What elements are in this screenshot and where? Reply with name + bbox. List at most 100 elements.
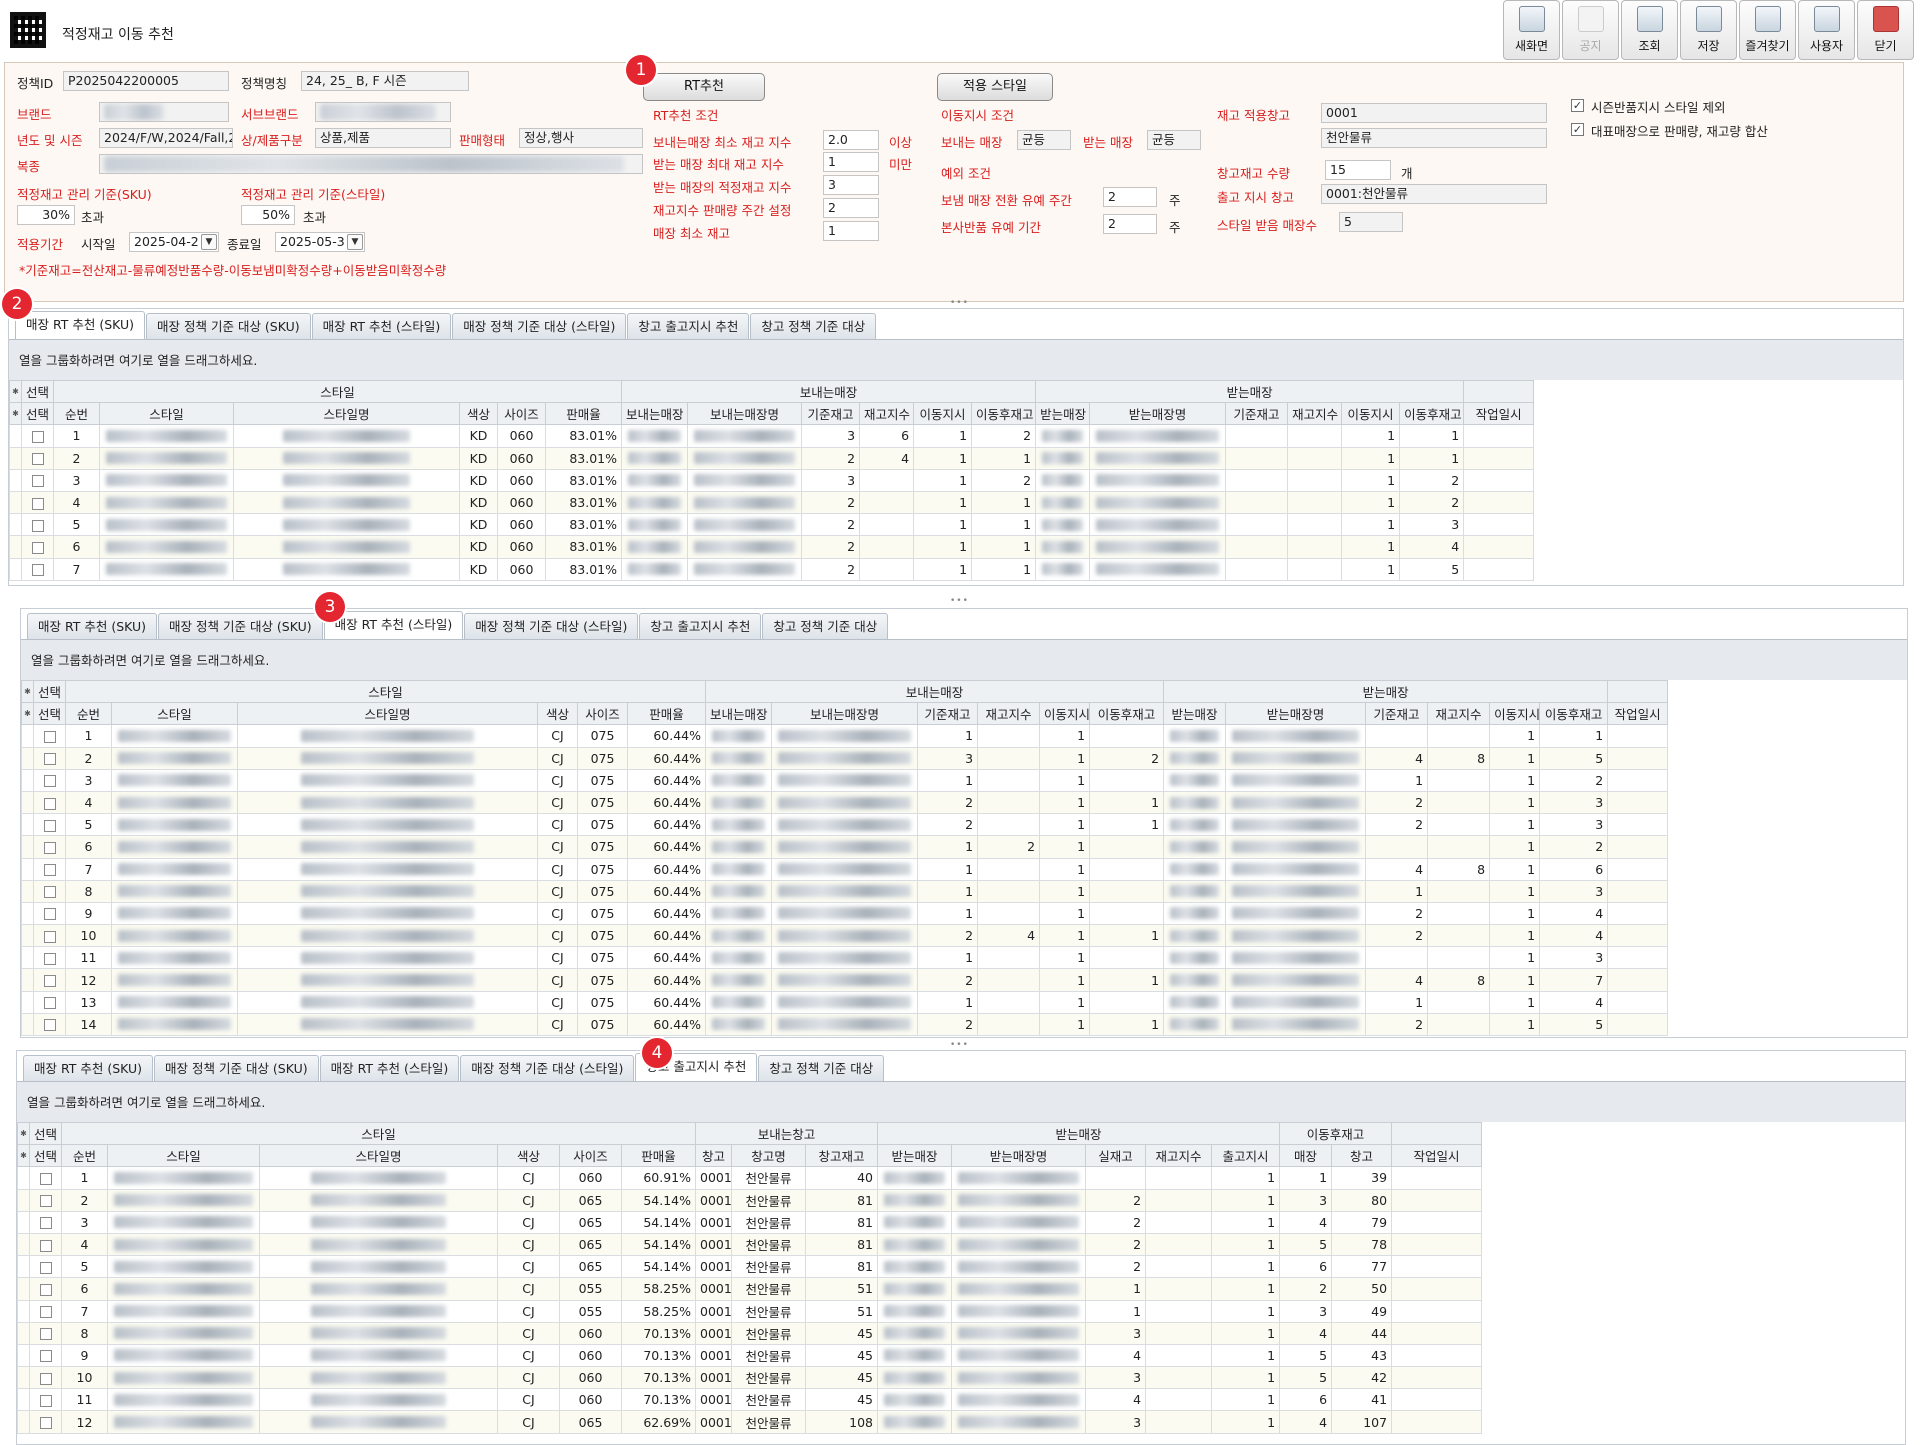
row-checkbox[interactable]	[31, 497, 44, 510]
row-checkbox[interactable]	[39, 1394, 52, 1407]
table-row[interactable]: 3 KD 060 83.01% 3 1 2 1 2	[9, 468, 1535, 492]
table-row[interactable]: 5 CJ 075 60.44% 2 1 1 2 1 3	[21, 813, 1669, 837]
table-row[interactable]: 11 CJ 060 70.13% 0001 천안물류 45 4 1 6 41	[17, 1388, 1483, 1412]
brand-field[interactable]	[99, 102, 229, 122]
mgmt-style-field[interactable]: 50%	[241, 205, 295, 225]
column-header[interactable]: 스타일	[64, 680, 707, 704]
apply-style-button[interactable]: 적용 스타일	[937, 73, 1053, 101]
table-row[interactable]: 12 CJ 075 60.44% 2 1 1 4 8 1 7	[21, 968, 1669, 992]
tab-0[interactable]: 매장 RT 추천 (SKU)	[23, 1055, 154, 1081]
chevron-down-icon[interactable]: ▼	[201, 234, 217, 250]
splitter[interactable]: •••	[0, 596, 1920, 606]
column-header[interactable]: 받는매장명	[1225, 702, 1367, 726]
toolbar-button-0[interactable]: 새화면	[1503, 0, 1560, 60]
column-header[interactable]: 받는매장	[1163, 680, 1609, 704]
column-header[interactable]: 순번	[65, 702, 112, 726]
sale-type-field[interactable]: 정상,행사	[519, 128, 643, 148]
row-checkbox[interactable]	[31, 564, 44, 577]
column-header[interactable]: 이동후재고	[1399, 402, 1465, 426]
column-header[interactable]: 판매율	[626, 702, 707, 726]
column-header[interactable]: 받는매장	[1163, 702, 1227, 726]
column-header[interactable]: 작업일시	[1607, 702, 1669, 726]
start-date-field[interactable]: 2025-04-2 ▼	[129, 232, 219, 252]
column-header[interactable]: 작업일시	[1391, 1144, 1483, 1168]
table-row[interactable]: 10 CJ 075 60.44% 2 4 1 1 2 1 4	[21, 924, 1669, 948]
row-checkbox[interactable]	[39, 1172, 52, 1185]
table-row[interactable]: 7 KD 060 83.01% 2 1 1 1 5	[9, 557, 1535, 581]
rep-store-checkbox[interactable]: ✓	[1571, 123, 1584, 136]
column-header[interactable]	[1607, 680, 1669, 704]
column-header[interactable]: 스타일	[99, 402, 234, 426]
out-warehouse-field[interactable]: 0001:천안물류	[1321, 184, 1547, 204]
column-header[interactable]: 매장	[1279, 1144, 1333, 1168]
row-checkbox[interactable]	[43, 730, 56, 743]
splitter[interactable]: •••	[0, 1040, 1920, 1050]
column-header[interactable]: 색상	[459, 402, 498, 426]
row-checkbox[interactable]	[31, 475, 44, 488]
table-row[interactable]: 4 KD 060 83.01% 2 1 1 1 2	[9, 490, 1535, 515]
row-checkbox[interactable]	[31, 541, 44, 554]
column-header[interactable]: 창고명	[731, 1144, 807, 1168]
row-checkbox[interactable]	[31, 453, 44, 466]
table-row[interactable]: 8 CJ 060 70.13% 0001 천안물류 45 3 1 4 44	[17, 1321, 1483, 1345]
column-header[interactable]: 보내는매장	[705, 702, 773, 726]
tab-2[interactable]: 매장 RT 추천 (스타일)	[323, 611, 464, 639]
table-row[interactable]: 8 CJ 075 60.44% 1 1 1 1 3	[21, 879, 1669, 903]
column-header[interactable]: 기준재고	[917, 702, 979, 726]
rt-row-3-field[interactable]: 3	[823, 175, 879, 195]
toolbar-button-3[interactable]: 저장	[1680, 0, 1737, 60]
policy-name-field[interactable]: 24, 25_ B, F 시즌	[301, 71, 469, 91]
table-row[interactable]: 2 KD 060 83.01% 2 4 1 1 1 1	[9, 446, 1535, 470]
column-header[interactable]: 재고지수	[859, 402, 915, 426]
rt-row-5-field[interactable]: 1	[823, 221, 879, 241]
column-header[interactable]: 판매율	[544, 402, 623, 426]
column-header[interactable]: 출고지시	[1211, 1144, 1281, 1168]
column-header[interactable]: 스타일	[107, 1144, 260, 1168]
tab-3[interactable]: 매장 정책 기준 대상 (스타일)	[460, 1055, 635, 1081]
row-checkbox[interactable]	[43, 997, 56, 1010]
tab-2[interactable]: 매장 RT 추천 (스타일)	[311, 313, 452, 339]
row-checkbox[interactable]	[43, 841, 56, 854]
column-header[interactable]: 선택	[21, 380, 54, 404]
column-header[interactable]: 기준재고	[1225, 402, 1289, 426]
table-row[interactable]: 7 CJ 055 58.25% 0001 천안물류 51 1 1 3 49	[17, 1299, 1483, 1323]
column-header[interactable]: 기준재고	[1365, 702, 1429, 726]
table-row[interactable]: 4 CJ 075 60.44% 2 1 1 2 1 3	[21, 790, 1669, 815]
table-row[interactable]: 5 CJ 065 54.14% 0001 천안물류 81 2 1 6 77	[17, 1255, 1483, 1279]
tab-5[interactable]: 창고 정책 기준 대상	[750, 313, 877, 339]
table-row[interactable]: 1 KD 060 83.01% 3 6 1 2 1 1	[9, 424, 1535, 448]
column-header[interactable]: 보내는창고	[695, 1122, 879, 1146]
table-row[interactable]: 2 CJ 075 60.44% 3 1 2 4 8 1 5	[21, 746, 1669, 770]
column-header[interactable]: 창고	[1331, 1144, 1393, 1168]
row-checkbox[interactable]	[43, 975, 56, 988]
column-header[interactable]: 보내는매장	[621, 402, 689, 426]
column-header[interactable]: 받는매장	[1035, 402, 1091, 426]
table-row[interactable]: 13 CJ 075 60.44% 1 1 1 1 4	[21, 990, 1669, 1014]
column-header[interactable]: 이동후재고	[971, 402, 1037, 426]
sub-brand-field[interactable]	[315, 102, 451, 122]
tab-3[interactable]: 매장 정책 기준 대상 (스타일)	[464, 613, 639, 639]
column-header[interactable]: 스타일명	[237, 702, 538, 726]
table-row[interactable]: 1 CJ 075 60.44% 1 1 1 1	[21, 724, 1669, 748]
column-header[interactable]: 받는매장	[877, 1144, 953, 1168]
year-season-field[interactable]: 2024/F/W,2024/Fall,2	[99, 128, 233, 148]
row-checkbox[interactable]	[39, 1372, 52, 1385]
table-row[interactable]: 6 CJ 075 60.44% 1 2 1 1 2	[21, 835, 1669, 859]
rt-row-2-field[interactable]: 1	[823, 152, 879, 172]
column-header[interactable]: 순번	[53, 402, 100, 426]
column-header[interactable]: 선택	[33, 702, 66, 726]
toolbar-button-4[interactable]: 즐겨찾기	[1739, 0, 1796, 60]
column-header[interactable]: 스타일명	[233, 402, 460, 426]
row-checkbox[interactable]	[43, 797, 56, 810]
row-checkbox[interactable]	[43, 753, 56, 766]
column-header[interactable]: 선택	[21, 402, 54, 426]
row-checkbox[interactable]	[43, 908, 56, 921]
tab-0[interactable]: 매장 RT 추천 (SKU)	[27, 613, 158, 639]
end-date-field[interactable]: 2025-05-3 ▼	[275, 232, 365, 252]
chevron-down-icon[interactable]: ▼	[347, 234, 363, 250]
column-header[interactable]: 스타일	[60, 1122, 697, 1146]
row-checkbox[interactable]	[31, 519, 44, 532]
tab-1[interactable]: 매장 정책 기준 대상 (SKU)	[158, 613, 323, 639]
column-header[interactable]: 색상	[537, 702, 578, 726]
tab-4[interactable]: 창고 출고지시 추천	[639, 613, 762, 639]
